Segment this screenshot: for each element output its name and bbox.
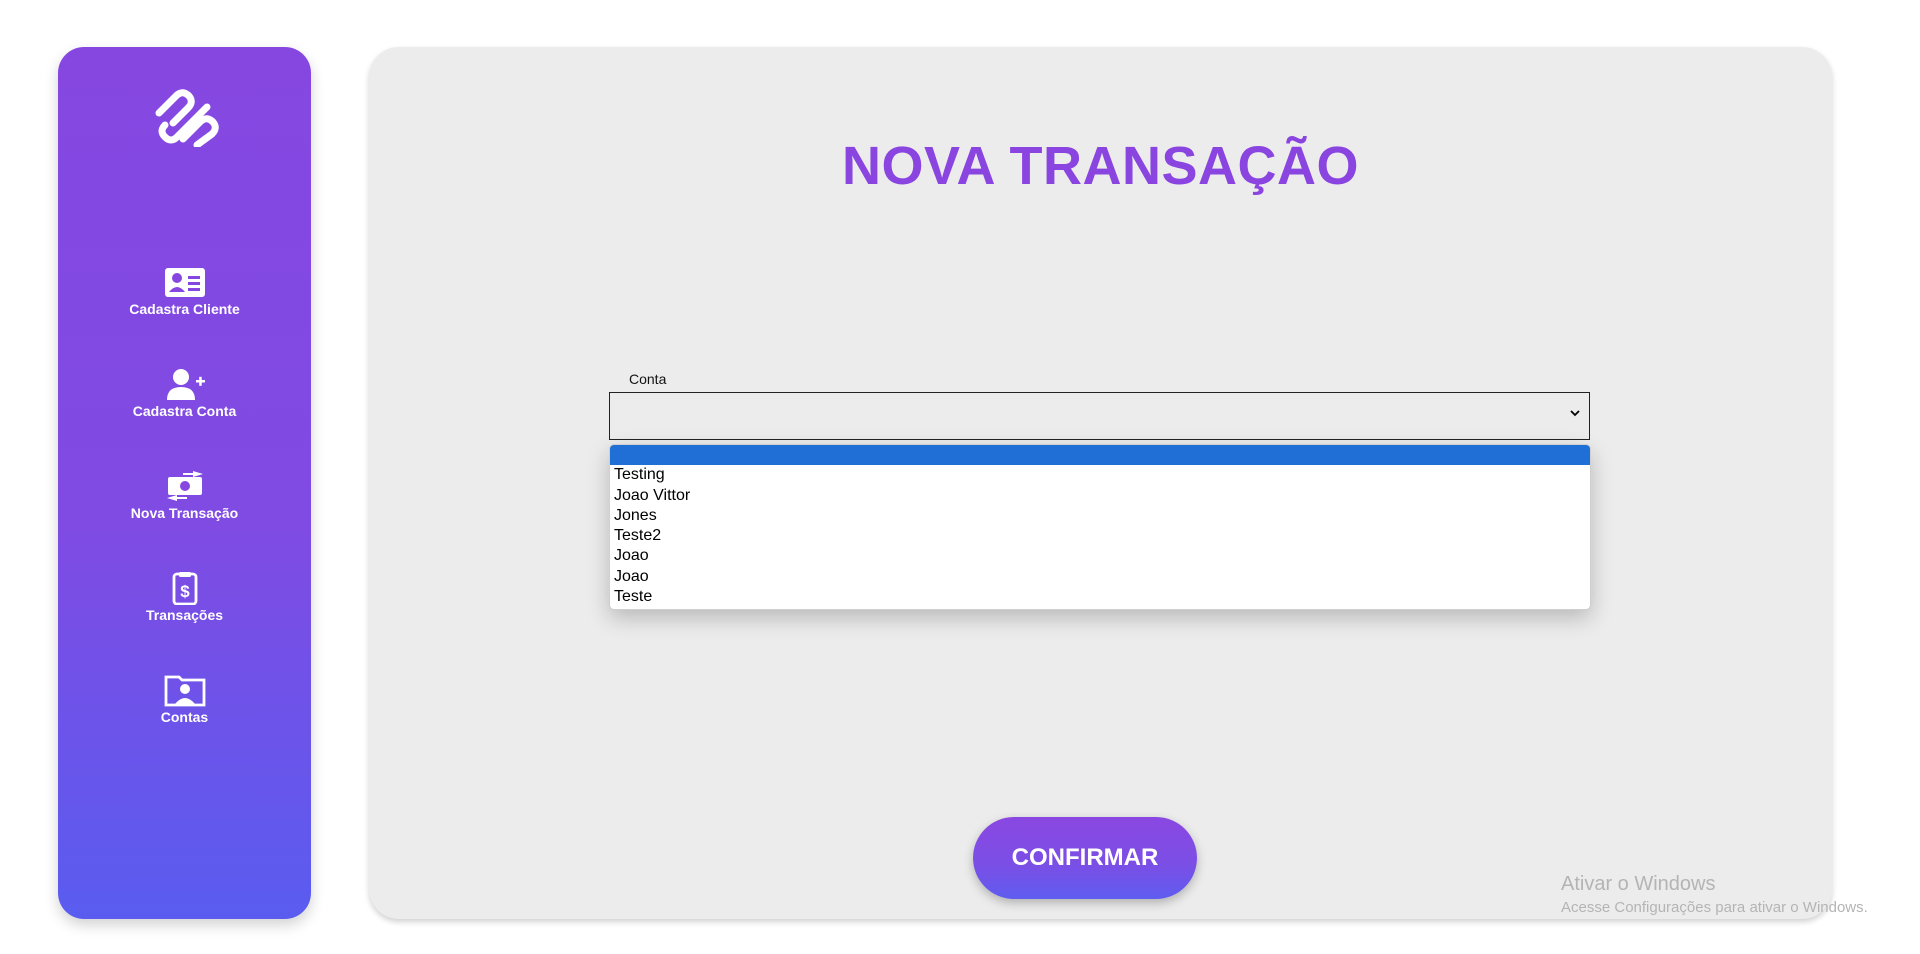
sidebar-item-label: Cadastra Cliente [129, 301, 240, 317]
sidebar-item-transacoes[interactable]: $ Transações [58, 571, 311, 673]
watermark-subtitle: Acesse Configurações para ativar o Windo… [1561, 899, 1868, 916]
sidebar: Cadastra Cliente Cadastra Conta Nova Tra… [58, 47, 311, 919]
sidebar-nav: Cadastra Cliente Cadastra Conta Nova Tra… [58, 265, 311, 775]
svg-text:$: $ [180, 582, 190, 601]
money-transfer-icon [163, 469, 207, 503]
conta-select[interactable] [609, 392, 1590, 440]
user-plus-icon [163, 367, 207, 401]
windows-activation-watermark: Ativar o Windows Acesse Configurações pa… [1561, 873, 1868, 916]
conta-option[interactable]: Jones [610, 506, 1590, 526]
sidebar-item-label: Transações [145, 607, 224, 623]
main-panel: NOVA TRANSAÇÃO Conta Testing Joao Vittor… [369, 47, 1832, 919]
conta-dropdown-list: Testing Joao Vittor Jones Teste2 Joao Jo… [609, 444, 1591, 610]
sidebar-item-nova-transacao[interactable]: Nova Transação [58, 469, 311, 571]
paperclip-logo-icon[interactable] [151, 87, 221, 149]
conta-option[interactable]: Testing [610, 465, 1590, 485]
chevron-down-icon [1570, 410, 1580, 417]
conta-option[interactable]: Teste2 [610, 526, 1590, 546]
confirm-button[interactable]: CONFIRMAR [973, 817, 1197, 899]
conta-option[interactable]: Joao [610, 567, 1590, 587]
conta-label: Conta [629, 371, 667, 387]
id-card-icon [163, 265, 207, 299]
conta-option[interactable] [610, 445, 1590, 466]
conta-option[interactable]: Teste [610, 587, 1590, 607]
clipboard-dollar-icon: $ [163, 571, 207, 605]
sidebar-item-cadastra-conta[interactable]: Cadastra Conta [58, 367, 311, 469]
page-title: NOVA TRANSAÇÃO [842, 136, 1359, 196]
watermark-title: Ativar o Windows [1561, 873, 1716, 895]
conta-option[interactable]: Joao Vittor [610, 486, 1590, 506]
sidebar-item-label: Contas [160, 709, 209, 725]
conta-option[interactable]: Joao [610, 546, 1590, 566]
sidebar-item-label: Nova Transação [130, 505, 239, 521]
sidebar-item-contas[interactable]: Contas [58, 673, 311, 775]
sidebar-item-label: Cadastra Conta [132, 403, 237, 419]
sidebar-item-cadastra-cliente[interactable]: Cadastra Cliente [58, 265, 311, 367]
folder-user-icon [163, 673, 207, 707]
